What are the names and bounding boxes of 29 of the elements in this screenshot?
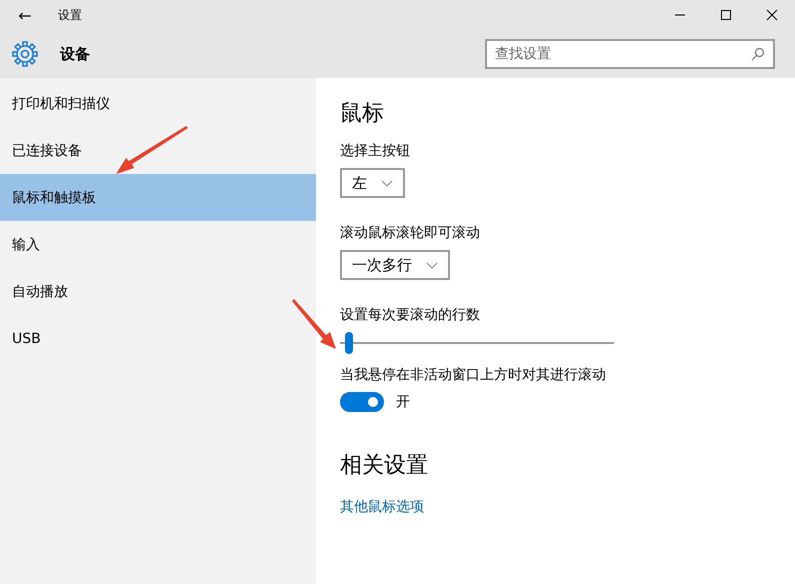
sidebar-item[interactable]: 输入 xyxy=(0,221,316,268)
dropdown[interactable]: 左 xyxy=(340,168,405,198)
annotation-arrow xyxy=(292,297,338,351)
sidebar-item[interactable]: 打印机和扫描仪 xyxy=(0,80,316,127)
settings-icon xyxy=(12,41,38,67)
setting-label: 滚动鼠标滚轮即可滚动 xyxy=(340,224,481,242)
sidebar-item[interactable]: USB xyxy=(0,315,316,362)
window-title: 设置 xyxy=(58,6,83,24)
back-button[interactable]: ← xyxy=(0,0,50,30)
chevron-icon xyxy=(426,262,438,268)
maximize-icon xyxy=(720,9,732,21)
sidebar-item[interactable]: 已连接设备 xyxy=(0,127,316,174)
setting-label: 选择主按钮 xyxy=(340,142,411,160)
slider-thumb[interactable] xyxy=(345,332,354,354)
setting-label: 当我悬停在非活动窗口上方时对其进行滚动 xyxy=(340,366,607,384)
close-icon xyxy=(766,9,778,21)
toggle-switch[interactable] xyxy=(340,392,384,412)
link[interactable]: 其他鼠标选项 xyxy=(340,499,424,515)
chevron-icon xyxy=(381,180,393,186)
search-field[interactable]: 查找设置 xyxy=(485,39,775,69)
section-title: 鼠标 xyxy=(340,100,385,128)
search-icon xyxy=(751,47,765,61)
sidebar-item[interactable]: 鼠标和触摸板 xyxy=(0,174,316,221)
toggle-state: 开 xyxy=(396,393,410,411)
section-title: 相关设置 xyxy=(340,452,429,480)
setting-label: 设置每次要滚动的行数 xyxy=(340,306,481,324)
dropdown[interactable]: 一次多行 xyxy=(340,250,450,280)
page-title: 设备 xyxy=(60,44,91,64)
sidebar-item[interactable]: 自动播放 xyxy=(0,268,316,315)
